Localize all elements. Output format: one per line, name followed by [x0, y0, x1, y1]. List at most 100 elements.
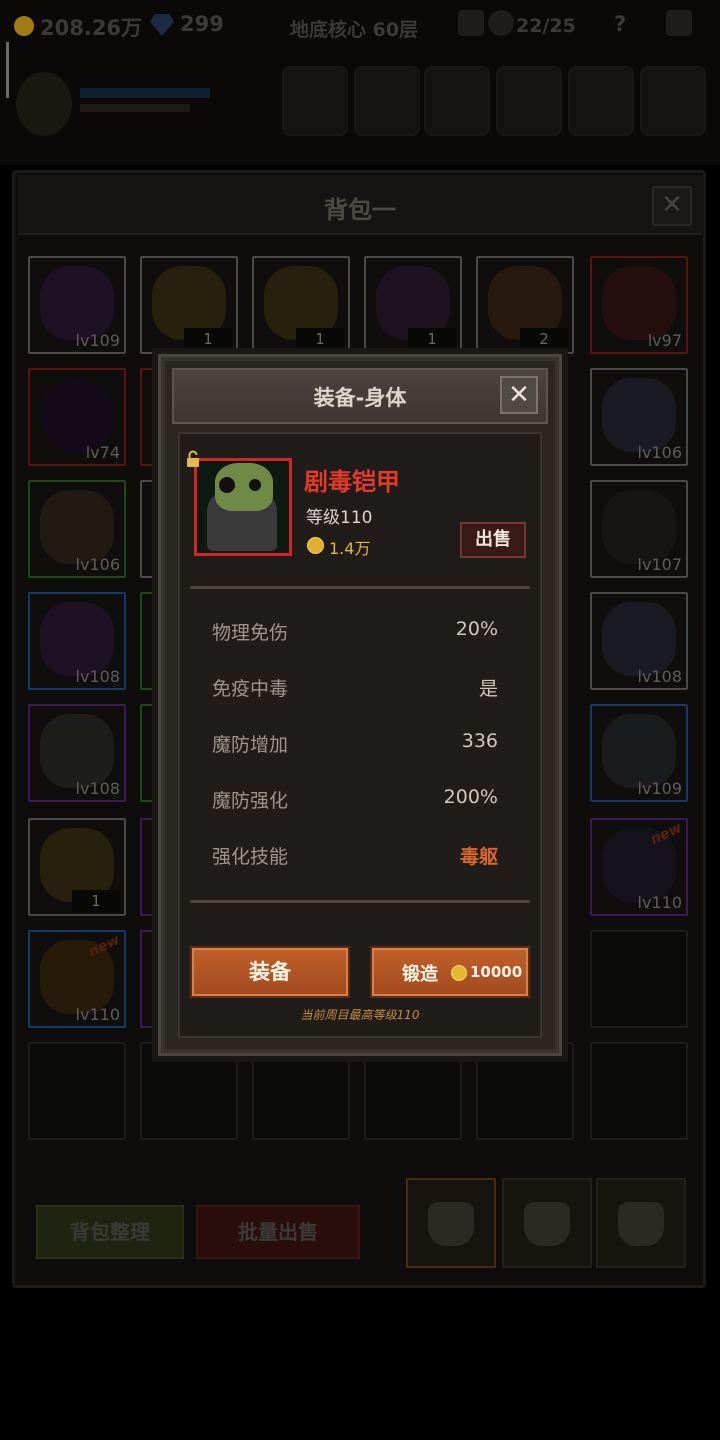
- equip-slot-head[interactable]: [282, 66, 348, 136]
- lock-icon[interactable]: [186, 450, 200, 472]
- inventory-slot[interactable]: 1: [364, 256, 462, 354]
- stat-value: 是: [478, 678, 498, 700]
- backpack-title: 背包一: [324, 196, 396, 224]
- equip-slot-boots[interactable]: [640, 66, 706, 136]
- item-count-label: 1: [296, 328, 344, 350]
- equip-button[interactable]: 装备: [190, 946, 350, 998]
- item-level-label: lv109: [75, 331, 120, 350]
- stat-value: 336: [461, 730, 498, 752]
- item-level-label: lv107: [637, 555, 682, 574]
- gold-amount: 208.26万: [40, 16, 143, 40]
- item-level-label: lv108: [75, 667, 120, 686]
- item-count-label: 1: [408, 328, 456, 350]
- inventory-slot-empty[interactable]: [28, 1042, 126, 1140]
- backpack-icon: [524, 1202, 570, 1246]
- inventory-slot[interactable]: new lv110: [590, 818, 688, 916]
- equip-slot-weapon[interactable]: [354, 66, 420, 136]
- backpack-icon: [618, 1202, 664, 1246]
- settings-icon[interactable]: [666, 10, 692, 36]
- forge-cost: 10000: [470, 963, 523, 981]
- sword-icon: [602, 378, 676, 452]
- inventory-slot[interactable]: new lv110: [28, 930, 126, 1028]
- inventory-slot[interactable]: lv109: [590, 704, 688, 802]
- mask-eye: [219, 477, 235, 493]
- hero-avatar[interactable]: [16, 72, 72, 136]
- stat-label: 物理免伤: [212, 622, 289, 644]
- inventory-slot[interactable]: lv106: [590, 368, 688, 466]
- backpack-tab-1[interactable]: [406, 1178, 496, 1268]
- inventory-slot-empty[interactable]: [590, 1042, 688, 1140]
- text-cursor: [6, 42, 9, 98]
- item-level-label: lv110: [75, 1005, 120, 1024]
- item-level-label: lv106: [637, 443, 682, 462]
- stat-label: 免疫中毒: [212, 678, 289, 700]
- amulet-icon: [602, 266, 676, 340]
- inventory-slot[interactable]: lv107: [590, 480, 688, 578]
- forge-button-label: 锻造: [402, 964, 438, 985]
- enhanced-skill-value: 毒躯: [459, 846, 498, 868]
- divider: [190, 586, 530, 589]
- inventory-slot[interactable]: lv74: [28, 368, 126, 466]
- equip-slot-offhand[interactable]: [496, 66, 562, 136]
- item-sell-price: 1.4万: [329, 539, 371, 558]
- item-count-label: 1: [184, 328, 232, 350]
- inventory-slot[interactable]: lv108: [28, 704, 126, 802]
- backpack-tab-2[interactable]: [502, 1178, 592, 1268]
- stat-label: 魔防强化: [212, 790, 289, 812]
- item-level-label: lv109: [637, 779, 682, 798]
- inventory-slot-empty[interactable]: [590, 930, 688, 1028]
- dark-orb-icon: [40, 378, 114, 452]
- inventory-slot-empty[interactable]: [364, 1042, 462, 1140]
- hero-hp-bar: [80, 88, 210, 98]
- key-icon[interactable]: [458, 10, 484, 36]
- armor-icon: [602, 714, 676, 788]
- gold-coin-icon: [307, 537, 324, 554]
- mask-eye: [249, 479, 261, 491]
- sword-icon: [602, 602, 676, 676]
- item-name: 剧毒铠甲: [304, 468, 400, 496]
- stat-value: 20%: [455, 618, 498, 640]
- gold-coin-icon: [14, 16, 34, 36]
- inventory-slot-empty[interactable]: [476, 1042, 574, 1140]
- inventory-slot[interactable]: 1: [28, 818, 126, 916]
- inventory-slot[interactable]: 1: [252, 256, 350, 354]
- gem-amount: 299: [180, 12, 224, 36]
- inventory-slot[interactable]: lv97: [590, 256, 688, 354]
- item-level-label: lv97: [647, 331, 682, 350]
- stat-label: 强化技能: [212, 846, 289, 868]
- orb-icon: [40, 602, 114, 676]
- backpack-icon: [428, 1202, 474, 1246]
- item-level-label: lv108: [637, 667, 682, 686]
- bulk-sell-button[interactable]: 批量出售: [196, 1205, 360, 1259]
- item-portrait: [194, 458, 292, 556]
- equip-slot-body[interactable]: [424, 66, 490, 136]
- gold-coin-icon: [451, 965, 467, 981]
- max-level-note: 当前周目最高等级110: [300, 1008, 420, 1022]
- inventory-slot[interactable]: lv108: [590, 592, 688, 690]
- item-level-label: lv110: [637, 893, 682, 912]
- item-level-label: lv74: [85, 443, 120, 462]
- inventory-slot[interactable]: 1: [140, 256, 238, 354]
- backpack-close-icon[interactable]: ✕: [652, 186, 692, 226]
- inventory-slot-empty[interactable]: [140, 1042, 238, 1140]
- divider: [190, 900, 530, 903]
- help-icon[interactable]: ?: [614, 12, 626, 36]
- inventory-slot[interactable]: lv108: [28, 592, 126, 690]
- item-level-label: lv106: [75, 555, 120, 574]
- sell-button[interactable]: 出售: [460, 522, 526, 558]
- sort-backpack-button[interactable]: 背包整理: [36, 1205, 184, 1259]
- location-label: 地底核心 60层: [290, 19, 419, 41]
- backpack-tab-3[interactable]: [596, 1178, 686, 1268]
- inventory-slot[interactable]: 2: [476, 256, 574, 354]
- item-level: 等级110: [306, 508, 373, 528]
- close-icon[interactable]: ✕: [500, 376, 538, 414]
- equip-slot-accessory[interactable]: [568, 66, 634, 136]
- orb-icon: [40, 266, 114, 340]
- item-level-label: lv108: [75, 779, 120, 798]
- inventory-slot[interactable]: lv109: [28, 256, 126, 354]
- skull-icon: [488, 10, 514, 36]
- inventory-slot[interactable]: lv106: [28, 480, 126, 578]
- inventory-slot-empty[interactable]: [252, 1042, 350, 1140]
- hero-exp-bar: [80, 104, 190, 112]
- helmet-icon: [40, 714, 114, 788]
